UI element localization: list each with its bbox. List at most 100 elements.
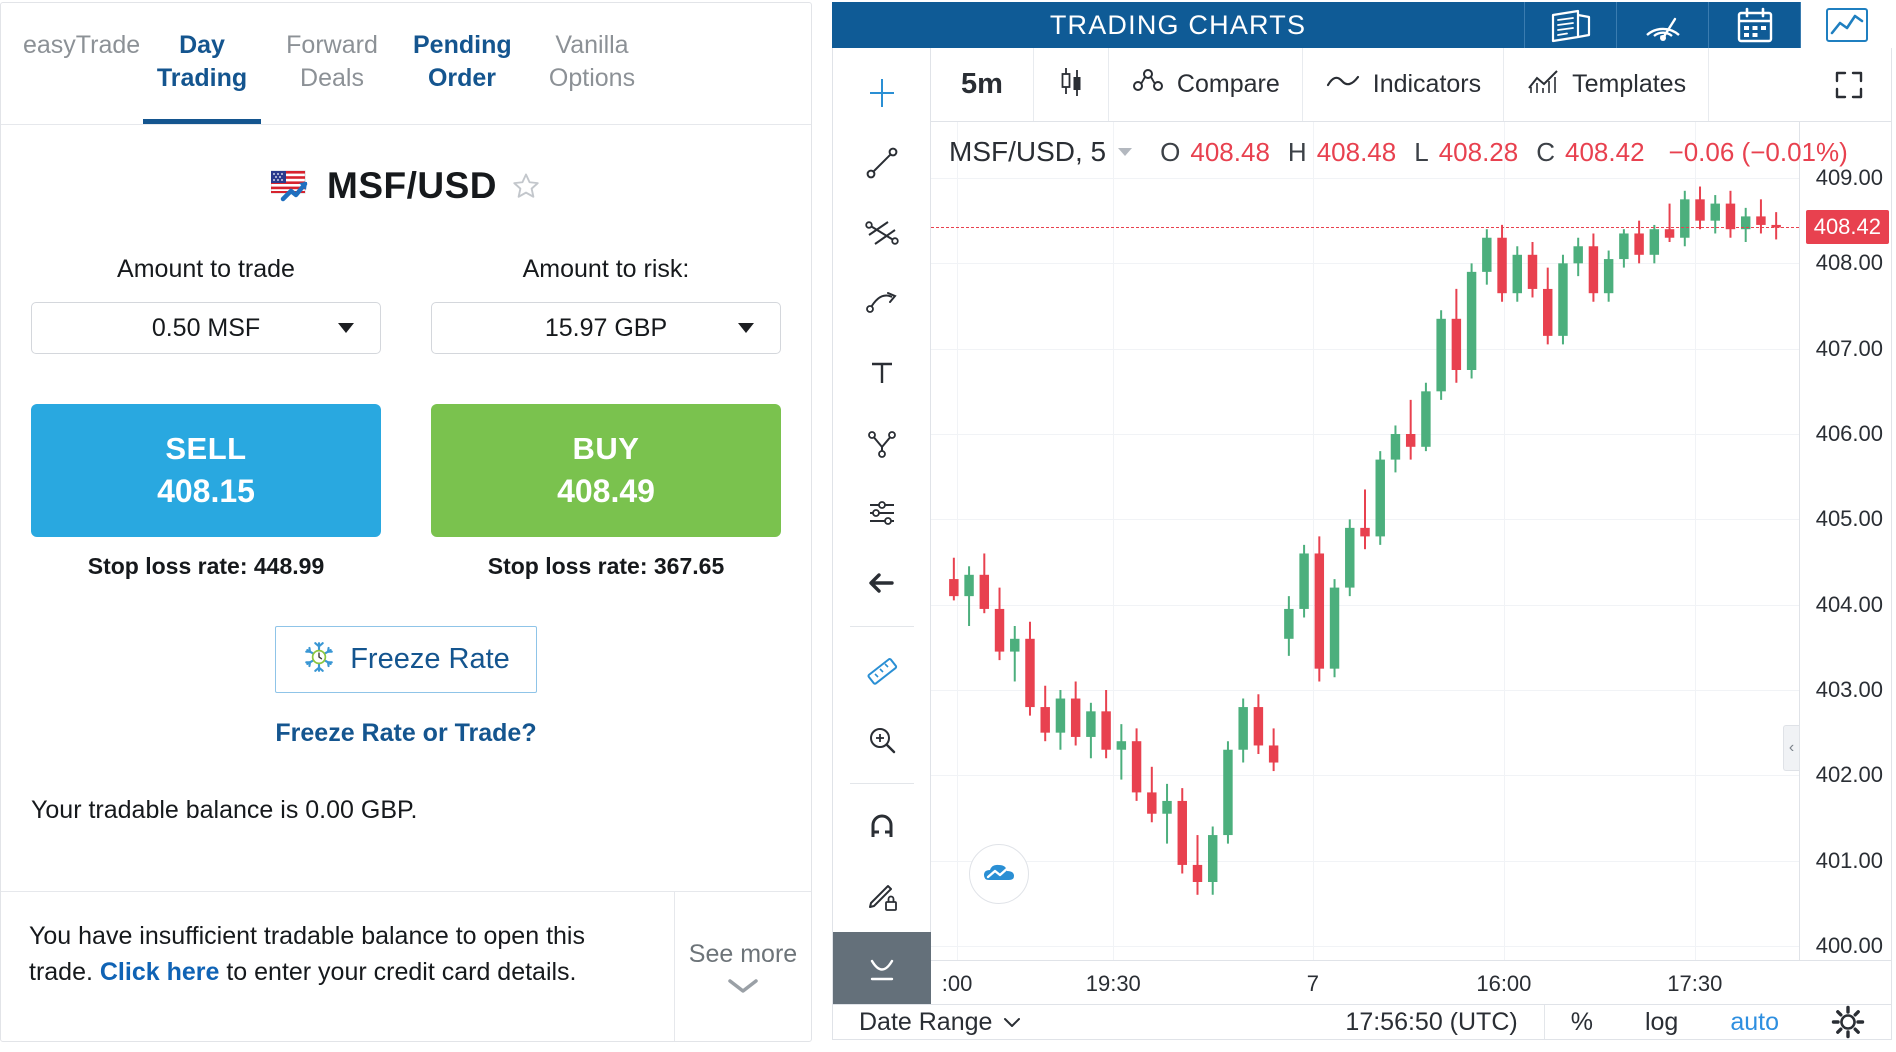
symbol-name: MSF/USD — [327, 165, 497, 206]
chevron-down-icon — [738, 323, 754, 333]
amount-to-risk-label: Amount to risk: — [522, 255, 690, 283]
legend-high-value: 408.48 — [1316, 136, 1397, 167]
chevron-down-icon — [728, 979, 758, 993]
sell-group: SELL 408.15 Stop loss rate: 448.99 — [31, 404, 381, 580]
news-icon[interactable] — [1524, 2, 1616, 48]
arrow-left-icon[interactable] — [833, 548, 931, 618]
price-tick: 406.00 — [1815, 421, 1883, 446]
chart-type-button[interactable] — [1034, 48, 1109, 121]
cloud-chart-logo-icon[interactable] — [969, 844, 1029, 904]
amount-to-trade-select[interactable]: 0.50 MSF — [31, 302, 381, 354]
legend-open-value: 408.48 — [1190, 136, 1270, 167]
tab-forward-deals[interactable]: Forward Deals — [267, 3, 397, 124]
radar-signal-icon[interactable] — [1616, 2, 1708, 48]
tab-easytrade[interactable]: easyTrade — [7, 3, 141, 124]
legend-high-label: H — [1287, 136, 1307, 167]
tab-day-trading[interactable]: Day Trading — [137, 3, 267, 124]
line-chart-icon[interactable] — [1800, 2, 1892, 48]
interval-selector[interactable]: 5m — [931, 48, 1034, 121]
tab-pending-order[interactable]: Pending Order — [397, 3, 527, 124]
insufficient-balance-message: You have insufficient tradable balance t… — [1, 892, 674, 1041]
warning-bar: You have insufficient tradable balance t… — [1, 891, 811, 1041]
freeze-rate-or-trade-link[interactable]: Freeze Rate or Trade? — [275, 719, 536, 748]
chart-legend: MSF/USD, 5 O 408.48 H 408.48 L 408.28 C … — [949, 136, 1848, 168]
chart-toolbar: 5m Compare Indicators Templates — [931, 48, 1891, 122]
legend-close-value: 408.42 — [1565, 136, 1645, 167]
chart-canvas[interactable]: MSF/USD, 5 O 408.48 H 408.48 L 408.28 C … — [931, 122, 1891, 960]
deal-buttons: SELL 408.15 Stop loss rate: 448.99 BUY 4… — [1, 404, 811, 580]
legend-low-value: 408.28 — [1438, 136, 1519, 167]
calendar-icon[interactable] — [1708, 2, 1800, 48]
sell-rate: 408.15 — [157, 473, 255, 509]
text-tool-icon[interactable] — [833, 338, 931, 408]
hide-drawings-icon[interactable] — [832, 932, 931, 1004]
drawing-toolbar — [832, 48, 931, 1004]
indicators-button[interactable]: Indicators — [1303, 48, 1505, 121]
gear-icon[interactable] — [1805, 1005, 1891, 1039]
toolbar-divider — [849, 626, 914, 627]
date-range-label: Date Range — [859, 1007, 993, 1036]
interval-label: 5m — [961, 68, 1003, 100]
time-tick: 19:30 — [1085, 971, 1141, 996]
auto-scale-button[interactable]: auto — [1704, 1008, 1805, 1037]
templates-button[interactable]: Templates — [1504, 48, 1710, 121]
compare-button[interactable]: Compare — [1109, 48, 1303, 121]
trading-platform-page: easyTrade Day Trading Forward Deals Pend… — [0, 0, 1896, 1052]
crosshair-icon[interactable] — [833, 58, 931, 128]
freeze-rate-label: Freeze Rate — [350, 643, 510, 675]
price-tick: 404.00 — [1815, 591, 1883, 617]
clock-label: 17:56:50 (UTC) — [1345, 1007, 1518, 1036]
tab-label: Pending Order — [413, 31, 512, 92]
candlestick-icon — [1056, 64, 1086, 105]
forecast-icon[interactable] — [833, 478, 931, 548]
amount-controls: Amount to trade 0.50 MSF Amount to risk:… — [1, 255, 811, 354]
price-tick: 405.00 — [1815, 506, 1883, 532]
price-tick: 402.00 — [1815, 762, 1883, 788]
candlestick-series — [949, 186, 1781, 895]
chart-header: TRADING CHARTS — [832, 2, 1892, 48]
sell-button[interactable]: SELL 408.15 — [31, 404, 381, 537]
tab-vanilla-options[interactable]: Vanilla Options — [527, 3, 657, 124]
zoom-in-icon[interactable] — [833, 705, 931, 775]
lock-draw-icon[interactable] — [833, 862, 931, 932]
tab-label: easyTrade — [23, 31, 141, 59]
freeze-rate-button[interactable]: Freeze Rate — [275, 626, 537, 693]
log-scale-button[interactable]: log — [1619, 1008, 1704, 1037]
warning-suffix: to enter your credit card details. — [219, 958, 577, 987]
pitchfork-icon[interactable] — [833, 268, 931, 338]
trade-tabs: easyTrade Day Trading Forward Deals Pend… — [1, 3, 811, 125]
buy-button[interactable]: BUY 408.49 — [431, 404, 781, 537]
amount-to-risk-select[interactable]: 15.97 GBP — [431, 302, 781, 354]
star-outline-icon[interactable] — [511, 171, 541, 201]
indicators-label: Indicators — [1372, 70, 1482, 98]
percent-scale-button[interactable]: % — [1545, 1008, 1619, 1037]
symbol-row: MSF/USD — [1, 165, 811, 207]
amount-to-trade-label: Amount to trade — [117, 255, 295, 283]
indicator-wave-icon — [1325, 69, 1361, 100]
trade-panel: easyTrade Day Trading Forward Deals Pend… — [0, 2, 812, 1042]
ruler-icon[interactable] — [833, 635, 931, 705]
see-more-button[interactable]: See more — [674, 892, 811, 1041]
trend-line-icon[interactable] — [833, 128, 931, 198]
price-tick: 400.00 — [1815, 933, 1883, 958]
price-axis[interactable]: 408.42 409.00 408.00 407.00 406.00 405.00 404… — [1799, 122, 1891, 960]
legend-symbol[interactable]: MSF/USD, 5 — [949, 136, 1106, 168]
chevron-left-icon[interactable]: ‹ — [1783, 725, 1799, 772]
credit-card-link[interactable]: Click here — [100, 958, 220, 986]
templates-icon — [1526, 66, 1560, 103]
snowflake-clock-icon — [302, 640, 336, 679]
legend-close-label: C — [1536, 136, 1555, 167]
amount-to-risk-group: Amount to risk: 15.97 GBP — [431, 255, 781, 354]
date-range-button[interactable]: Date Range — [833, 1008, 1048, 1037]
compare-label: Compare — [1176, 70, 1280, 98]
fullscreen-icon[interactable] — [1807, 48, 1891, 121]
tab-label: Vanilla Options — [548, 31, 636, 92]
tradable-balance-text: Your tradable balance is 0.00 GBP. — [31, 796, 418, 824]
chart-header-title: TRADING CHARTS — [1049, 9, 1307, 40]
magnet-icon[interactable] — [833, 792, 931, 862]
chevron-down-icon[interactable] — [1118, 148, 1133, 156]
amount-to-risk-value: 15.97 GBP — [544, 313, 668, 342]
fib-fork-icon[interactable] — [833, 198, 931, 268]
time-axis[interactable]: :00 19:30 7 16:00 17:30 — [931, 960, 1891, 1004]
pattern-icon[interactable] — [833, 408, 931, 478]
